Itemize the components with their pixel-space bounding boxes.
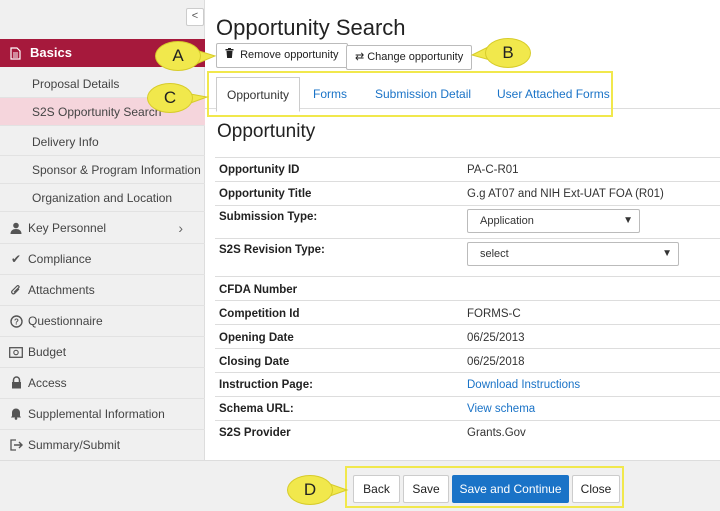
callout-label: D — [303, 480, 317, 499]
callout-label: B — [502, 43, 514, 62]
callout-d: D — [287, 475, 333, 505]
callout-a: A — [155, 41, 201, 71]
callout-pointers — [184, 45, 491, 498]
callout-c: C — [147, 83, 193, 113]
callout-label: C — [163, 88, 177, 107]
callout-label: A — [172, 46, 184, 65]
callout-b: B — [485, 38, 531, 68]
